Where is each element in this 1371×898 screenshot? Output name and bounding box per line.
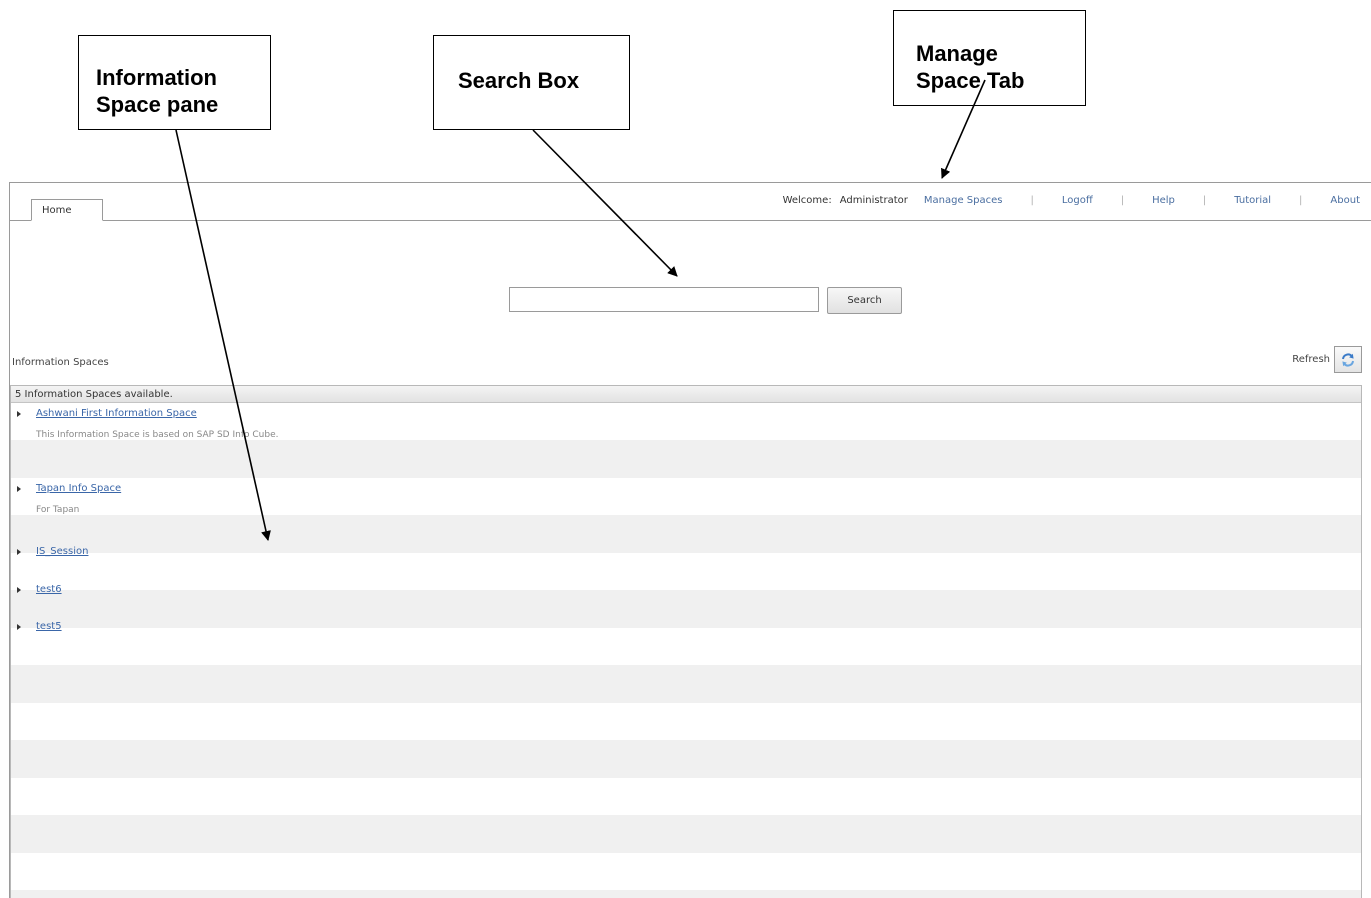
- callout-manage-space-tab: Manage Space Tab: [893, 10, 1086, 106]
- callout-search-box: Search Box: [433, 35, 630, 130]
- search-button[interactable]: Search: [827, 287, 902, 314]
- information-space-list: Ashwani First Information Space This Inf…: [11, 403, 1361, 898]
- refresh-icon: [1342, 352, 1354, 367]
- tutorial-link[interactable]: Tutorial: [1234, 195, 1271, 206]
- information-spaces-title: Information Spaces: [12, 357, 109, 368]
- space-link[interactable]: test5: [36, 621, 62, 632]
- nav-separator: |: [1120, 195, 1125, 206]
- tab-home[interactable]: Home: [31, 199, 103, 221]
- space-link[interactable]: Ashwani First Information Space: [36, 408, 197, 419]
- space-description: For Tapan: [36, 505, 80, 515]
- spaces-count: 5 Information Spaces available.: [11, 386, 1361, 403]
- nav-separator: |: [1202, 195, 1207, 206]
- logoff-link[interactable]: Logoff: [1062, 195, 1093, 206]
- top-navigation: Welcome: Administrator Manage Spaces | L…: [783, 195, 1360, 206]
- callout-info-line1: Information: [96, 65, 217, 90]
- help-link[interactable]: Help: [1152, 195, 1175, 206]
- search-input[interactable]: [509, 287, 819, 312]
- callout-search-text: Search Box: [458, 68, 580, 93]
- callout-info-line2: Space pane: [96, 92, 219, 117]
- space-link[interactable]: IS_Session: [36, 546, 88, 557]
- expand-arrow-icon[interactable]: [17, 486, 21, 492]
- expand-arrow-icon[interactable]: [17, 587, 21, 593]
- user-name: Administrator: [839, 195, 908, 206]
- expand-arrow-icon[interactable]: [17, 411, 21, 417]
- nav-separator: |: [1299, 195, 1303, 206]
- nav-separator: |: [1030, 195, 1034, 206]
- refresh-button[interactable]: [1334, 346, 1362, 373]
- callout-information-space-pane: Information Space pane: [78, 35, 271, 130]
- expand-arrow-icon[interactable]: [17, 624, 21, 630]
- refresh-control: Refresh: [1292, 346, 1362, 373]
- welcome-label: Welcome:: [782, 195, 832, 206]
- tab-strip-line: [10, 220, 1371, 221]
- callout-manage-line1: Manage: [916, 41, 998, 66]
- refresh-label: Refresh: [1292, 354, 1330, 365]
- space-link[interactable]: Tapan Info Space: [36, 483, 121, 494]
- manage-spaces-link[interactable]: Manage Spaces: [924, 195, 1003, 206]
- about-link[interactable]: About: [1330, 195, 1360, 206]
- space-link[interactable]: test6: [36, 584, 62, 595]
- information-space-pane: 5 Information Spaces available. Ashwani …: [10, 385, 1362, 898]
- space-description: This Information Space is based on SAP S…: [36, 430, 279, 440]
- expand-arrow-icon[interactable]: [17, 549, 21, 555]
- callout-manage-line2: Space Tab: [916, 68, 1025, 93]
- application-window: Welcome: Administrator Manage Spaces | L…: [9, 182, 1371, 898]
